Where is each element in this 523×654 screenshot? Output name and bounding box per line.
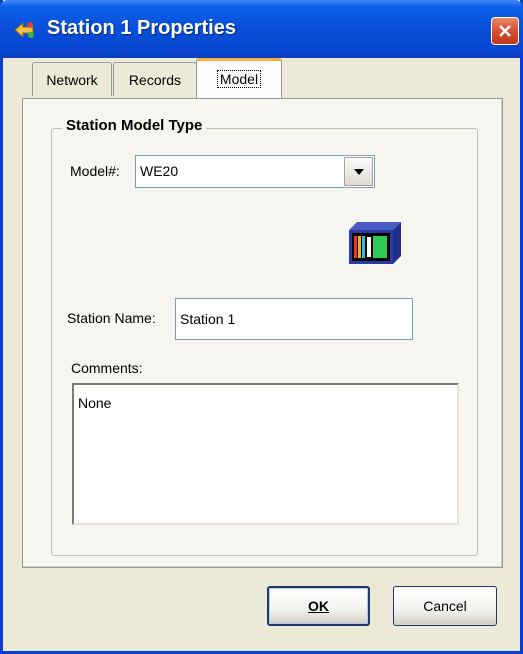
tab-model-label: Model — [216, 70, 262, 88]
chevron-down-icon — [353, 168, 364, 175]
dropdown-arrow-icon[interactable] — [344, 157, 373, 186]
tab-model[interactable]: Model — [196, 58, 282, 98]
title-bar[interactable]: Station 1 Properties — [0, 0, 523, 58]
station-properties-icon — [14, 21, 34, 39]
cancel-button-label: Cancel — [423, 598, 467, 614]
station-device-icon — [349, 222, 401, 264]
tab-network[interactable]: Network — [32, 62, 112, 96]
group-title: Station Model Type — [62, 117, 207, 134]
comments-field[interactable]: None — [72, 383, 459, 525]
tab-records-label: Records — [128, 72, 182, 88]
model-select-value: WE20 — [140, 163, 179, 179]
cancel-button[interactable]: Cancel — [393, 586, 497, 626]
window-title: Station 1 Properties — [47, 17, 236, 39]
comments-label: Comments: — [71, 360, 143, 376]
station-name-field[interactable]: Station 1 — [175, 298, 413, 340]
tab-network-label: Network — [46, 72, 98, 88]
model-label: Model#: — [70, 163, 120, 179]
tab-records[interactable]: Records — [113, 62, 197, 96]
properties-dialog: Station 1 Properties Network Records Mod… — [0, 0, 523, 654]
ok-button[interactable]: OK — [267, 586, 370, 626]
ok-button-label: OK — [308, 598, 329, 614]
model-select[interactable]: WE20 — [135, 155, 375, 188]
close-icon — [499, 25, 511, 37]
close-button[interactable] — [491, 17, 519, 45]
station-name-label: Station Name: — [67, 310, 156, 326]
